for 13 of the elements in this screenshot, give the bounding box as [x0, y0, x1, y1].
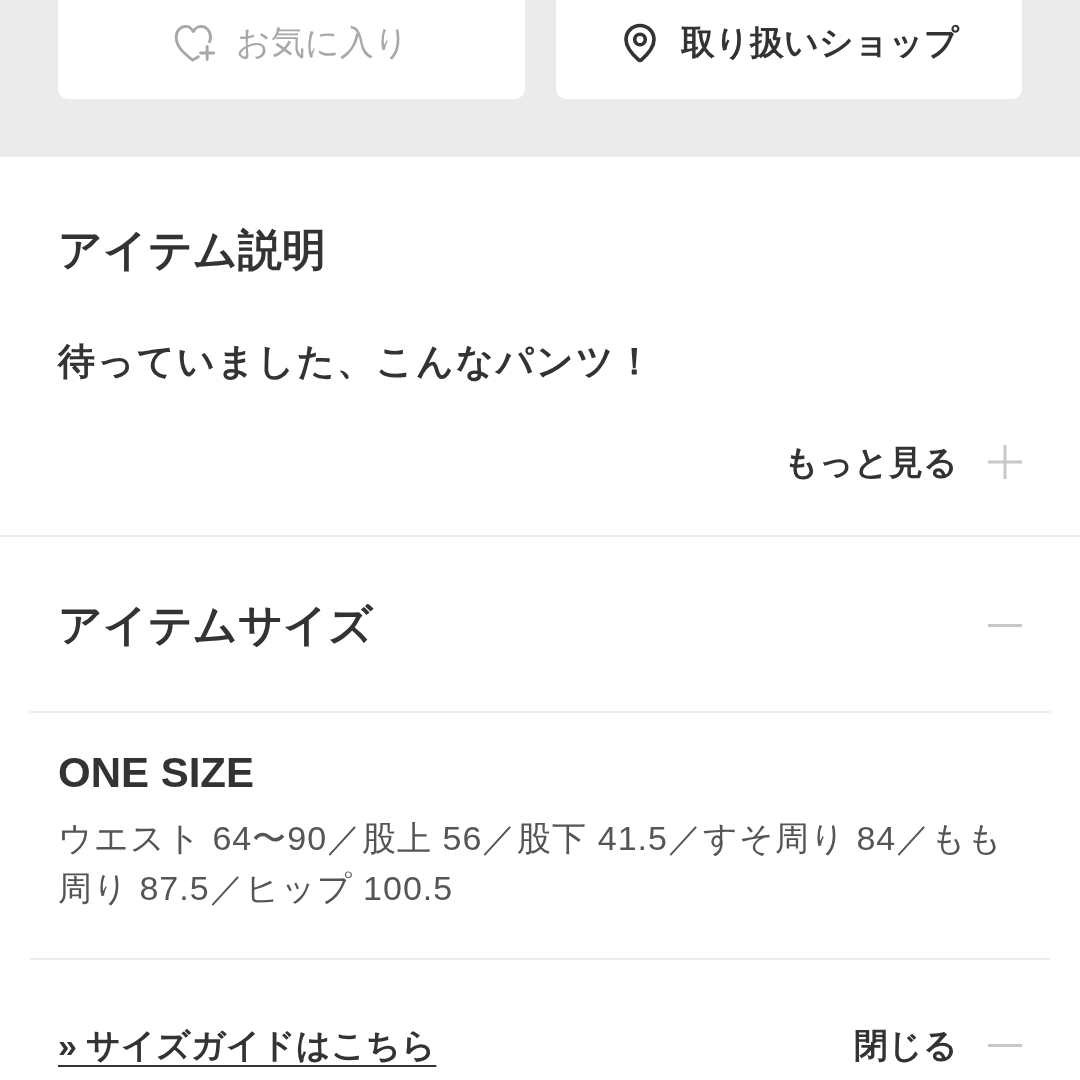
size-measurements: ウエスト 64〜90／股上 56／股下 41.5／すそ周り 84／もも周り 87.5／ヒップ 100.5 — [58, 818, 1005, 909]
shop-button[interactable]: 取り扱いショップ — [555, 0, 1022, 99]
size-guide-link[interactable]: » サイズガイドはこちら — [58, 1023, 437, 1067]
minus-icon — [988, 623, 1022, 627]
heart-plus-icon — [173, 23, 216, 62]
section-title: アイテムサイズ — [58, 599, 373, 651]
description-text: 待っていました、こんなパンツ！ — [58, 340, 656, 384]
plus-icon — [988, 445, 1022, 479]
minus-icon — [988, 1043, 1022, 1047]
section-title: アイテム説明 — [58, 224, 327, 276]
size-name: ONE SIZE — [58, 748, 256, 798]
show-more-button[interactable]: もっと見る — [784, 440, 1022, 484]
close-button[interactable]: 閉じる — [854, 1023, 1022, 1067]
